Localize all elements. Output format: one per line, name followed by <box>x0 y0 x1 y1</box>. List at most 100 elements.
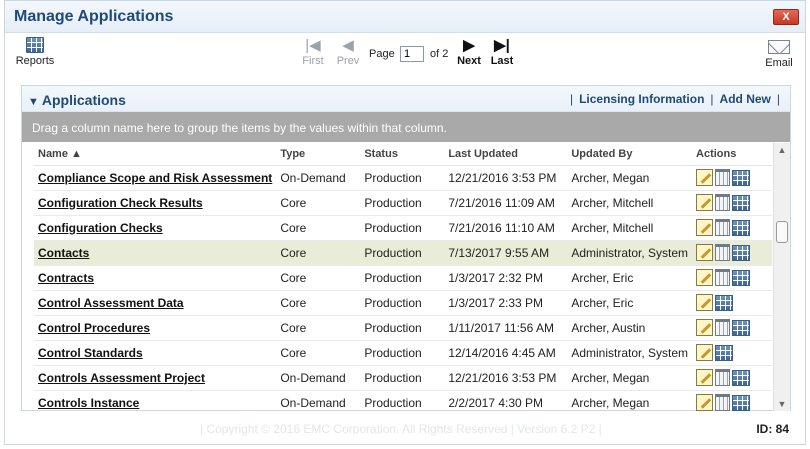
edit-icon[interactable] <box>696 319 714 336</box>
scroll-up-arrow-icon[interactable]: ▲ <box>774 145 790 155</box>
edit-icon[interactable] <box>696 344 714 361</box>
first-page-button[interactable]: |◀ First <box>298 37 328 67</box>
application-link[interactable]: Controls Assessment Project <box>38 371 205 385</box>
edit-icon[interactable] <box>696 294 714 311</box>
reports-button[interactable]: Reports <box>13 37 57 67</box>
application-link[interactable]: Control Assessment Data <box>38 296 184 310</box>
view-records-icon[interactable] <box>732 269 751 286</box>
column-header-name[interactable]: Name ▲ <box>34 143 277 166</box>
view-records-icon[interactable] <box>732 369 751 386</box>
trash-icon[interactable] <box>715 319 731 336</box>
group-by-drop-zone[interactable]: Drag a column name here to group the ite… <box>22 112 790 142</box>
view-records-icon[interactable] <box>732 219 751 236</box>
window-title: Manage Applications <box>14 8 174 25</box>
trash-icon[interactable] <box>715 219 731 236</box>
view-records-icon[interactable] <box>715 294 734 311</box>
close-button[interactable]: X <box>773 9 799 25</box>
cell-status: Production <box>360 240 445 266</box>
table-row: Control Standards Core Production 12/14/… <box>34 340 772 366</box>
link-separator: | <box>569 92 574 106</box>
cell-status: Production <box>360 215 445 241</box>
application-link[interactable]: Controls Instance <box>38 396 139 410</box>
cell-status: Production <box>360 340 445 366</box>
trash-icon[interactable] <box>715 269 731 286</box>
view-records-icon[interactable] <box>732 319 751 336</box>
cell-name: Contracts <box>34 265 277 291</box>
panel-title[interactable]: ▼ Applications <box>28 92 126 108</box>
cell-updated-by: Archer, Megan <box>567 390 693 411</box>
trash-icon[interactable] <box>715 169 731 186</box>
application-link[interactable]: Configuration Checks <box>38 221 163 235</box>
reports-icon <box>26 37 44 53</box>
application-link[interactable]: Contacts <box>38 246 89 260</box>
column-header-last-updated[interactable]: Last Updated <box>444 143 568 166</box>
application-link[interactable]: Contracts <box>38 271 94 285</box>
last-page-button[interactable]: ▶| Last <box>488 37 516 67</box>
column-header-actions: Actions <box>692 143 772 166</box>
trash-icon[interactable] <box>715 394 731 411</box>
cell-last-updated: 7/21/2016 11:09 AM <box>444 190 568 216</box>
application-link[interactable]: Control Procedures <box>38 321 150 335</box>
panel-title-label: Applications <box>41 92 126 108</box>
column-header-status[interactable]: Status <box>360 143 445 166</box>
collapse-triangle-icon[interactable]: ▼ <box>28 96 39 108</box>
email-button[interactable]: Email <box>761 37 797 69</box>
cell-status: Production <box>360 265 445 291</box>
application-link[interactable]: Configuration Check Results <box>38 196 203 210</box>
cell-name: Configuration Check Results <box>34 190 277 216</box>
edit-icon[interactable] <box>696 169 714 186</box>
email-label: Email <box>765 57 793 69</box>
cell-name: Compliance Scope and Risk Assessment <box>34 165 277 191</box>
edit-icon[interactable] <box>696 244 714 261</box>
edit-icon[interactable] <box>696 394 714 411</box>
next-page-icon: ▶ <box>463 37 475 54</box>
cell-updated-by: Administrator, System <box>567 240 693 266</box>
cell-status: Production <box>360 365 445 391</box>
cell-updated-by: Archer, Megan <box>567 365 693 391</box>
table-row: Controls Instance On-Demand Production 2… <box>34 390 772 411</box>
column-header-type[interactable]: Type <box>276 143 361 166</box>
cell-actions <box>692 365 772 391</box>
cell-last-updated: 12/14/2016 4:45 AM <box>444 340 568 366</box>
trash-icon[interactable] <box>715 369 731 386</box>
add-new-link[interactable]: Add New <box>720 92 771 106</box>
next-page-button[interactable]: ▶ Next <box>455 37 483 67</box>
page-label: Page <box>369 48 395 60</box>
edit-icon[interactable] <box>696 269 714 286</box>
cell-name: Control Standards <box>34 340 277 366</box>
table-row: Controls Assessment Project On-Demand Pr… <box>34 365 772 391</box>
view-records-icon[interactable] <box>732 194 751 211</box>
prev-page-button[interactable]: ◀ Prev <box>334 37 362 67</box>
cell-type: On-Demand <box>276 390 361 411</box>
application-link[interactable]: Compliance Scope and Risk Assessment <box>38 171 272 185</box>
last-label: Last <box>490 55 514 67</box>
view-records-icon[interactable] <box>732 169 751 186</box>
page-number-input[interactable] <box>400 46 424 62</box>
edit-icon[interactable] <box>696 194 714 211</box>
application-link[interactable]: Control Standards <box>38 346 143 360</box>
view-records-icon[interactable] <box>732 244 751 261</box>
cell-last-updated: 7/21/2016 11:10 AM <box>444 215 568 241</box>
cell-last-updated: 1/3/2017 2:32 PM <box>444 265 568 291</box>
scroll-down-arrow-icon[interactable]: ▼ <box>774 399 790 409</box>
edit-icon[interactable] <box>696 219 714 236</box>
cell-last-updated: 12/21/2016 3:53 PM <box>444 365 568 391</box>
table-row: Control Assessment Data Core Production … <box>34 290 772 316</box>
reports-label: Reports <box>15 55 55 67</box>
view-records-icon[interactable] <box>715 344 734 361</box>
vertical-scrollbar[interactable]: ▲ ▼ <box>773 143 790 411</box>
column-header-updated-by[interactable]: Updated By <box>567 143 693 166</box>
panel-links: | Licensing Information | Add New | <box>564 92 786 106</box>
cell-actions <box>692 265 772 291</box>
trash-icon[interactable] <box>715 194 731 211</box>
table-row: Contacts Core Production 7/13/2017 9:55 … <box>34 240 772 266</box>
titlebar: Manage Applications X <box>5 1 805 33</box>
trash-icon[interactable] <box>715 244 731 261</box>
view-records-icon[interactable] <box>732 394 751 411</box>
cell-updated-by: Administrator, System <box>567 340 693 366</box>
page-count-label: of 2 <box>430 48 449 60</box>
edit-icon[interactable] <box>696 369 714 386</box>
scroll-thumb[interactable] <box>776 221 788 243</box>
table-row: Configuration Check Results Core Product… <box>34 190 772 216</box>
licensing-information-link[interactable]: Licensing Information <box>579 92 704 106</box>
